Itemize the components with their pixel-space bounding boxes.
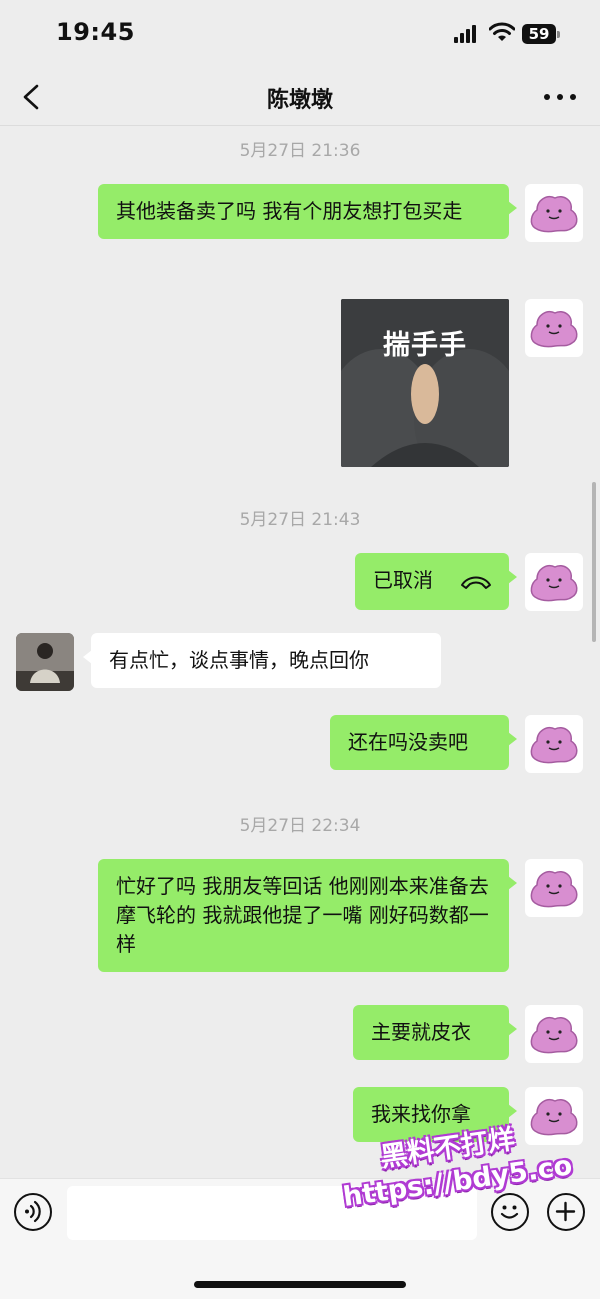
ditto-avatar-icon — [530, 196, 578, 233]
ditto-avatar-icon — [530, 871, 578, 908]
message-bubble[interactable]: 有点忙，谈点事情，晚点回你 — [83, 633, 441, 688]
timestamp: 5月27日 21:36 — [239, 141, 361, 161]
message-bubble[interactable]: 还在吗没卖吧 — [330, 715, 517, 770]
sticker-image[interactable]: 揣手手 — [341, 299, 509, 467]
call-bubble[interactable]: 已取消 — [355, 553, 517, 610]
ditto-avatar-icon — [530, 1017, 578, 1054]
avatar[interactable] — [525, 715, 583, 773]
avatar[interactable] — [525, 859, 583, 917]
avatar[interactable] — [525, 1005, 583, 1063]
phone-hangup-icon — [461, 576, 491, 589]
input-bar — [0, 1178, 600, 1299]
timestamp: 5月27日 21:43 — [239, 510, 361, 530]
voice-icon[interactable] — [14, 1193, 52, 1231]
call-status: 已取消 — [373, 568, 433, 592]
chat-title: 陈墩墩 — [266, 88, 333, 113]
contact-avatar[interactable] — [16, 633, 74, 691]
wifi-icon — [489, 22, 515, 41]
sticker-caption: 揣手手 — [383, 330, 467, 361]
ditto-avatar-icon — [530, 311, 578, 348]
person-photo — [16, 633, 74, 691]
emoji-icon[interactable] — [491, 1193, 529, 1231]
signal-icon — [454, 25, 480, 43]
nav-bar: 陈墩墩 — [0, 68, 600, 126]
ditto-avatar-icon — [530, 565, 578, 602]
avatar[interactable] — [525, 553, 583, 611]
ditto-avatar-icon — [530, 727, 578, 764]
avatar[interactable] — [525, 299, 583, 357]
battery-level: 59 — [522, 24, 556, 44]
message-bubble[interactable]: 主要就皮衣 — [353, 1005, 517, 1060]
avatar[interactable] — [525, 184, 583, 242]
message-bubble[interactable]: 忙好了吗 我朋友等回话 他刚刚本来准备去摩飞轮的 我就跟他提了一嘴 刚好码数都一… — [98, 859, 517, 972]
timestamp: 5月27日 22:34 — [239, 816, 361, 836]
scroll-indicator[interactable] — [592, 482, 596, 642]
status-bar: 19:45 59 — [0, 0, 600, 68]
plus-icon[interactable] — [547, 1193, 585, 1231]
home-indicator[interactable] — [194, 1281, 406, 1288]
battery-icon: 59 — [522, 24, 560, 44]
message-bubble[interactable]: 其他装备卖了吗 我有个朋友想打包买走 — [98, 184, 517, 239]
more-icon[interactable] — [544, 92, 576, 102]
status-time: 19:45 — [56, 18, 135, 46]
